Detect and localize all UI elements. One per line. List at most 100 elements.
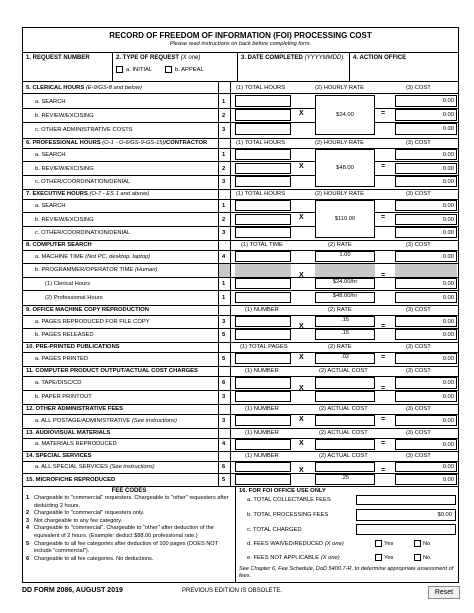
admin-col-number: (1) NUMBER	[245, 406, 279, 412]
pages-released-number-input[interactable]	[235, 329, 291, 340]
divider	[23, 290, 458, 291]
microfiche-heading: 15. MICROFICHE REPRODUCED	[26, 477, 116, 483]
cost-value: 0.00	[442, 203, 454, 209]
fees-not-applicable-yes-checkbox[interactable]	[375, 554, 382, 561]
executive-review-hours-input[interactable]	[235, 214, 291, 225]
clerical-hours-input[interactable]	[235, 278, 291, 289]
equals-sign: =	[381, 467, 386, 474]
professional-other-hours-input[interactable]	[235, 176, 291, 187]
fees-waived-yes-checkbox[interactable]	[375, 540, 382, 547]
fee-codes-panel: FEE CODES 1 Chargeable to "commercial" re…	[23, 486, 236, 583]
appeal-checkbox[interactable]	[165, 66, 172, 73]
copy-col-rate: (2) RATE	[328, 307, 352, 313]
postage-number-input[interactable]	[235, 415, 291, 426]
fees-not-applicable-hint: (X one)	[320, 555, 340, 561]
professional-col-total-hours: (1) TOTAL HOURS	[236, 140, 286, 146]
date-completed-field[interactable]: 3. DATE COMPLETED (YYYYMMDD)	[238, 53, 350, 81]
executive-search-hours-input[interactable]	[235, 200, 291, 211]
multiply-sign: X	[299, 110, 304, 117]
computer-search-heading: 8. COMPUTER SEARCH	[26, 242, 92, 248]
clerical-rate-box: $24.00	[315, 95, 375, 135]
executive-other-hours-input[interactable]	[235, 227, 291, 238]
output-col-cost: (3) COST	[406, 368, 431, 374]
other-admin-heading: 12. OTHER ADMINISTRATIVE FEES	[26, 406, 123, 412]
fees-waived-no-checkbox[interactable]	[414, 540, 421, 547]
pages-printed-rate: .02	[340, 354, 350, 360]
fee-code: 3	[222, 127, 226, 133]
yes-label: Yes	[384, 555, 394, 561]
machine-time-input[interactable]	[235, 251, 291, 262]
total-charged-input[interactable]	[356, 524, 456, 535]
postage-actual-cost-input[interactable]	[315, 415, 375, 426]
foi-cost-form: RECORD OF FREEDOM OF INFORMATION (FOI) P…	[22, 27, 459, 583]
equals-sign: =	[381, 385, 386, 392]
tape-disc-number-input[interactable]	[235, 377, 291, 389]
clerical-review-hours-input[interactable]	[235, 109, 291, 121]
clerical-search-hours-input[interactable]	[235, 95, 291, 107]
clerical-col-total-hours: (1) TOTAL HOURS	[236, 85, 286, 91]
professional-review-hours-input[interactable]	[235, 163, 291, 174]
professional-review-cost: 0.00	[395, 163, 457, 174]
machine-time-text: a. MACHINE TIME	[35, 254, 84, 260]
cost-value: 0.00	[442, 112, 454, 118]
paper-printout-actual-cost-input[interactable]	[315, 391, 375, 402]
professional-hours-input[interactable]	[235, 292, 291, 303]
divider	[23, 212, 458, 213]
executive-rate-box: $110.00	[315, 200, 375, 238]
ss-cost: 0.00	[395, 462, 457, 472]
fees-not-applicable-no-checkbox[interactable]	[414, 554, 421, 561]
action-office-field[interactable]: 4. ACTION OFFICE	[350, 53, 458, 81]
machine-rate: 1.00	[339, 252, 351, 258]
executive-other-label: c. OTHER/COORDINATION/DENIAL	[35, 230, 131, 236]
cost-value: 0.00	[442, 126, 454, 132]
tape-disc-actual-cost-input[interactable]	[315, 377, 375, 389]
shaded-cell	[395, 264, 457, 277]
equals-sign: =	[381, 163, 386, 170]
file-copy-number-input[interactable]	[235, 316, 291, 327]
multiply-sign: X	[299, 214, 304, 221]
type-of-request-cell: 2. TYPE OF REQUEST (X one) a. INITIAL b.…	[113, 53, 238, 81]
reset-button[interactable]: Reset	[428, 586, 460, 599]
microfiche-number-input[interactable]	[235, 474, 291, 485]
section-other-admin-fees: 12. OTHER ADMINISTRATIVE FEES (1) NUMBER…	[23, 404, 458, 428]
section-professional-hours: 6. PROFESSIONAL HOURS (O-1 - O-6/GS-9-GS…	[23, 138, 458, 189]
professional-col-hourly-rate: (2) HOURLY RATE	[315, 140, 364, 146]
fee-code-number: 4	[26, 525, 30, 532]
av-number-input[interactable]	[235, 439, 291, 450]
fee-code: 3	[222, 179, 226, 185]
admin-col-actual-cost: (2) ACTUAL COST	[319, 406, 368, 412]
form-title: RECORD OF FREEDOM OF INFORMATION (FOI) P…	[109, 31, 372, 40]
fee-code-item: 2 Chargeable to "commercial" requesters o…	[26, 510, 232, 518]
pages-printed-rate-box: .02	[315, 353, 375, 364]
clerical-rate-box-cs: $24.00/hr	[315, 278, 375, 289]
professional-rate-cs: $48.00/hr	[332, 293, 358, 299]
machine-time-label: a. MACHINE TIME (Not PC, desktop, laptop…	[35, 254, 150, 260]
admin-col-cost: (3) COST	[406, 406, 431, 412]
cost-value: 0.00	[442, 179, 454, 185]
cost-value: 0.00	[442, 295, 454, 301]
total-collectable-input[interactable]	[356, 495, 456, 505]
date-hint: (YYYYMMDD)	[304, 55, 344, 61]
paper-printout-number-input[interactable]	[235, 391, 291, 402]
multiply-sign: X	[299, 440, 304, 447]
av-actual-cost-input[interactable]	[315, 439, 375, 450]
fee-code-text: Chargeable to "commercial" requesters on…	[34, 510, 145, 517]
request-number-field[interactable]: 1. REQUEST NUMBER	[23, 53, 113, 81]
fee-code-text: Chargeable to all fee categories after d…	[34, 540, 218, 555]
initial-checkbox[interactable]	[116, 66, 123, 73]
fee-code-number: 3	[26, 517, 30, 524]
pages-printed-input[interactable]	[235, 353, 291, 364]
ss-actual-cost-input[interactable]	[315, 462, 375, 472]
executive-review-label: b. REVIEW/EXCISING	[35, 217, 94, 223]
executive-search-label: a. SEARCH	[35, 203, 66, 209]
fee-code: 1	[222, 281, 226, 287]
cost-value: 0.00	[442, 319, 454, 325]
equals-sign: =	[381, 214, 386, 221]
cost-value: 0.00	[442, 98, 454, 104]
professional-search-hours-input[interactable]	[235, 149, 291, 160]
microfiche-rate: .25	[340, 475, 350, 481]
professional-review-label: b. REVIEW/EXCISING	[35, 166, 94, 172]
ss-number-input[interactable]	[235, 462, 291, 472]
clerical-other-hours-input[interactable]	[235, 123, 291, 135]
total-processing-label: b. TOTAL PROCESSING FEES	[247, 512, 329, 518]
